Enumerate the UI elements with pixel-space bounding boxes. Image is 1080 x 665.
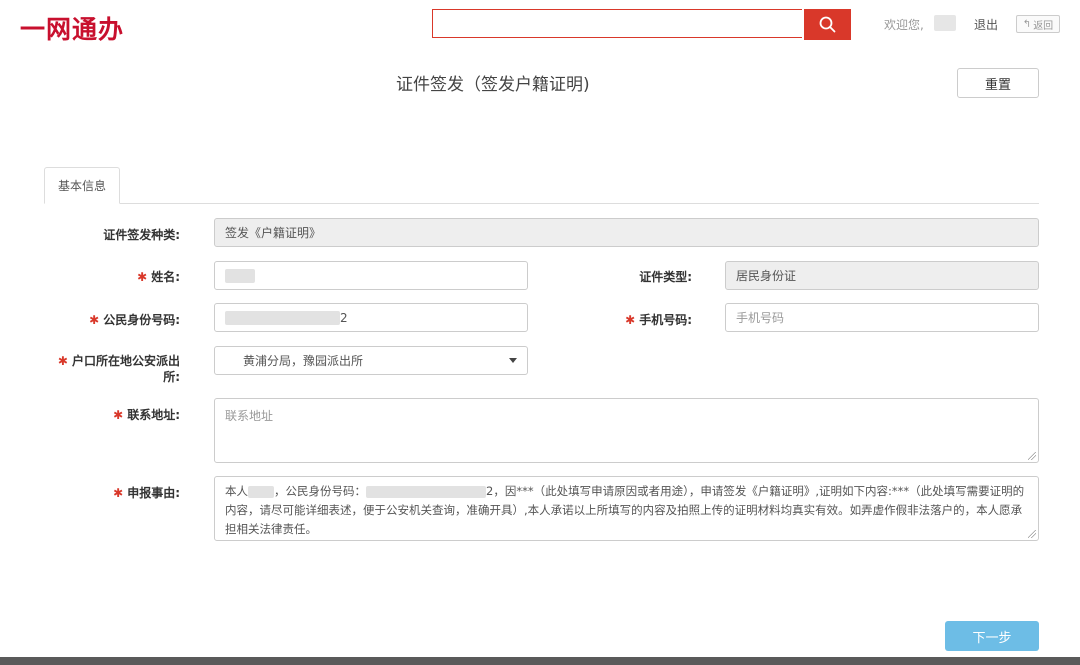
required-asterisk-icon: ✱ <box>57 354 68 368</box>
resize-handle-icon[interactable] <box>1028 530 1036 538</box>
back-button[interactable]: ↰ 返回 <box>1016 15 1060 33</box>
address-textarea[interactable]: 联系地址 <box>214 398 1039 463</box>
id-number-label-text: 公民身份号码: <box>103 313 180 327</box>
cert-issue-type-field: 签发《户籍证明》 <box>214 218 1039 247</box>
name-input[interactable] <box>214 261 528 290</box>
id-number-suffix: 2 <box>340 310 348 325</box>
search-input[interactable] <box>432 9 802 38</box>
phone-label-text: 手机号码: <box>639 313 692 327</box>
cert-type-label: 证件类型: <box>639 270 692 284</box>
required-asterisk-icon: ✱ <box>113 486 124 500</box>
police-station-select[interactable]: 黄浦分局，豫园派出所 <box>214 346 528 375</box>
name-redacted <box>225 268 255 283</box>
reason-text-1: 本人 <box>225 484 248 498</box>
name-label-text: 姓名: <box>151 270 180 284</box>
site-logo[interactable]: 一网通办 <box>20 10 124 46</box>
required-asterisk-icon: ✱ <box>137 270 148 284</box>
tab-basic-info[interactable]: 基本信息 <box>44 167 120 204</box>
cert-type-field: 居民身份证 <box>725 261 1039 290</box>
address-label-text: 联系地址: <box>127 408 180 422</box>
phone-placeholder: 手机号码 <box>736 311 785 325</box>
search-button[interactable] <box>804 9 851 40</box>
reason-text-2: ，公民身份号码： <box>274 484 366 498</box>
required-asterisk-icon: ✱ <box>625 313 636 327</box>
reason-textarea[interactable]: 本人 ，公民身份号码： 2，因***（此处填写申请原因或者用途），申请签发《户籍证明… <box>214 476 1039 541</box>
logout-link[interactable]: 退出 <box>974 16 998 33</box>
id-number-label: ✱ 公民身份号码: <box>20 311 180 328</box>
name-label: ✱ 姓名: <box>20 268 180 285</box>
phone-input[interactable]: 手机号码 <box>725 303 1039 332</box>
reset-button[interactable]: 重置 <box>957 68 1039 98</box>
next-step-button[interactable]: 下一步 <box>945 621 1039 651</box>
search-icon <box>819 16 836 33</box>
address-label: ✱ 联系地址: <box>20 406 180 423</box>
required-asterisk-icon: ✱ <box>89 313 100 327</box>
chevron-down-icon <box>509 358 517 363</box>
reason-name-redacted <box>248 485 274 498</box>
tab-divider <box>44 203 1039 204</box>
back-label: 返回 <box>1033 20 1054 32</box>
police-station-label-line2: 所: <box>163 370 180 384</box>
police-station-label-line1: 户口所在地公安派出 <box>71 354 180 368</box>
reason-id-redacted <box>366 485 486 498</box>
reason-label-text: 申报事由: <box>127 486 180 500</box>
welcome-text: 欢迎您, <box>884 18 924 32</box>
bottom-bar <box>0 657 1080 665</box>
police-station-value: 黄浦分局，豫园派出所 <box>243 354 364 368</box>
id-number-input[interactable]: 2 <box>214 303 528 332</box>
back-arrow-icon: ↰ <box>1022 18 1032 30</box>
username-redacted <box>934 15 956 31</box>
phone-label: ✱ 手机号码: <box>532 311 692 328</box>
resize-handle-icon[interactable] <box>1028 452 1036 460</box>
page-title: 证件签发（签发户籍证明) <box>396 75 590 95</box>
police-station-label: ✱ 户口所在地公安派出所: <box>20 353 180 385</box>
address-placeholder: 联系地址 <box>225 409 274 423</box>
cert-issue-type-label: 证件签发种类: <box>103 228 180 242</box>
required-asterisk-icon: ✱ <box>113 408 124 422</box>
id-number-redacted <box>225 310 340 325</box>
reason-label: ✱ 申报事由: <box>20 484 180 501</box>
